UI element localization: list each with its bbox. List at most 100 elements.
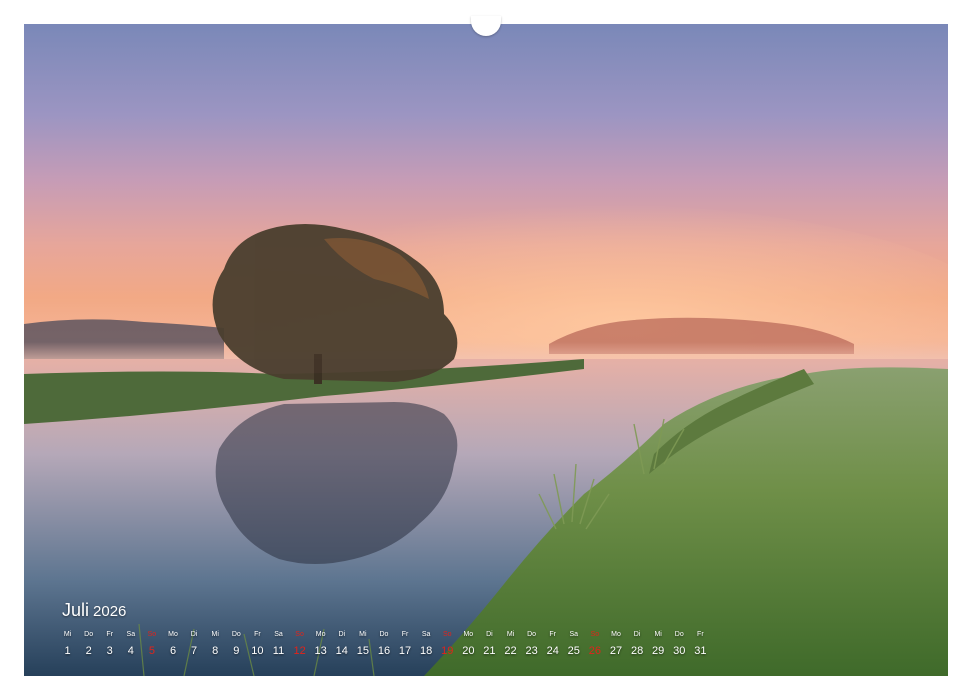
calendar-day: Mo 6 (162, 630, 183, 658)
calendar-day: Mi 15 (352, 630, 373, 658)
weekday-label: So (590, 631, 600, 638)
weekday-label: Mi (506, 631, 515, 638)
calendar-day: Fr 17 (395, 630, 416, 658)
day-number: 7 (191, 645, 198, 657)
day-number: 25 (567, 645, 580, 657)
month-name: Juli (62, 600, 90, 620)
calendar-day: Di 28 (627, 630, 648, 658)
day-number: 16 (377, 645, 391, 657)
day-number: 29 (652, 645, 665, 657)
weekday-label: Mi (654, 631, 662, 638)
calendar-day: Do 9 (226, 630, 247, 658)
day-number: 1 (64, 645, 71, 657)
weekday-label: Sa (126, 631, 136, 638)
day-number: 18 (420, 645, 433, 657)
calendar-day: So 12 (289, 630, 310, 658)
calendar-day: So 19 (437, 630, 458, 658)
day-number: 22 (504, 645, 517, 657)
calendar-day: Mo 27 (605, 630, 626, 658)
day-number: 10 (251, 645, 264, 657)
calendar-day: Do 16 (373, 630, 394, 658)
day-number: 4 (127, 645, 134, 657)
day-number: 28 (630, 645, 644, 657)
weekday-label: Fr (697, 631, 704, 638)
day-number: 19 (441, 645, 454, 657)
weekday-label: Di (338, 631, 346, 638)
day-number: 14 (335, 645, 348, 657)
weekday-label: Fr (106, 631, 114, 638)
weekday-label: Do (379, 631, 389, 638)
weekday-label: Mi (359, 631, 367, 638)
day-number: 23 (525, 645, 538, 657)
day-number: 8 (212, 645, 219, 657)
day-row: Mi 1 Do 2 Fr 3 Sa 4 So 5 Mo 6 Di 7 Mi 8 Do 9 Fr 10 Sa 11 So 12 M… (57, 630, 711, 658)
day-number: 9 (233, 645, 240, 657)
day-number: 26 (588, 645, 602, 657)
calendar-day: Mi 22 (500, 630, 521, 658)
weekday-label: Mo (168, 631, 178, 638)
year-label: 2026 (93, 603, 127, 620)
day-number: 13 (314, 645, 327, 657)
month-title: Juli 2026 (62, 600, 126, 621)
calendar-day: Mo 13 (310, 630, 331, 658)
weekday-label: So (147, 631, 157, 638)
weekday-label: Mi (211, 631, 219, 638)
weekday-label: Do (231, 631, 241, 638)
calendar-day: Mo 20 (458, 630, 479, 658)
calendar-day: So 26 (584, 630, 605, 658)
calendar-day: Mi 8 (205, 630, 226, 658)
day-number: 15 (356, 645, 369, 657)
weekday-label: Mo (611, 631, 621, 638)
calendar-day: Di 7 (184, 630, 205, 658)
weekday-label: Mo (463, 631, 474, 638)
weekday-label: Di (486, 631, 493, 638)
calendar-day: Fr 24 (542, 630, 563, 658)
day-number: 21 (483, 645, 496, 657)
calendar-day: Sa 25 (563, 630, 584, 658)
calendar-day: Sa 18 (416, 630, 437, 658)
calendar-strip: Juli 2026 Mi 1 Do 2 Fr 3 Sa 4 So 5 Mo 6 Di 7 Mi 8 Do 9 Fr 10… (24, 596, 948, 676)
day-number: 31 (694, 645, 707, 657)
weekday-label: Sa (274, 631, 283, 638)
day-number: 20 (462, 645, 475, 657)
calendar-day: Sa 11 (268, 630, 289, 658)
weekday-label: Mi (63, 631, 72, 638)
calendar-day: Sa 4 (120, 630, 141, 658)
day-number: 30 (673, 645, 686, 657)
calendar-day: Fr 3 (99, 630, 120, 658)
landscape-photo (24, 24, 948, 676)
day-number: 6 (169, 645, 177, 657)
calendar-day: Do 23 (521, 630, 542, 658)
weekday-label: Sa (569, 631, 579, 638)
weekday-label: So (295, 631, 304, 638)
weekday-label: Di (633, 631, 641, 638)
weekday-label: Di (190, 631, 198, 638)
calendar-day: Mi 1 (57, 630, 78, 658)
weekday-label: Mo (315, 631, 326, 638)
day-number: 24 (546, 645, 559, 657)
day-number: 2 (85, 645, 92, 657)
weekday-label: Do (674, 631, 684, 638)
calendar-day: Di 14 (331, 630, 352, 658)
day-number: 3 (106, 645, 113, 657)
weekday-label: Fr (549, 631, 556, 638)
weekday-label: Do (527, 631, 537, 638)
day-number: 11 (272, 645, 285, 657)
calendar-day: Fr 10 (247, 630, 268, 658)
day-number: 5 (148, 645, 155, 657)
weekday-label: Do (84, 631, 94, 638)
day-number: 27 (609, 645, 623, 657)
day-number: 12 (293, 645, 306, 657)
day-number: 17 (398, 645, 412, 657)
calendar-day: Fr 31 (690, 630, 711, 658)
calendar-day: Di 21 (479, 630, 500, 658)
weekday-label: Fr (401, 631, 409, 638)
weekday-label: Sa (421, 631, 431, 638)
weekday-label: So (442, 631, 452, 638)
calendar-day: Do 30 (669, 630, 690, 658)
weekday-label: Fr (254, 631, 261, 638)
calendar-day: Do 2 (78, 630, 99, 658)
misty-river-scene (24, 204, 948, 676)
calendar-day: Mi 29 (648, 630, 669, 658)
calendar-day: So 5 (141, 630, 162, 658)
